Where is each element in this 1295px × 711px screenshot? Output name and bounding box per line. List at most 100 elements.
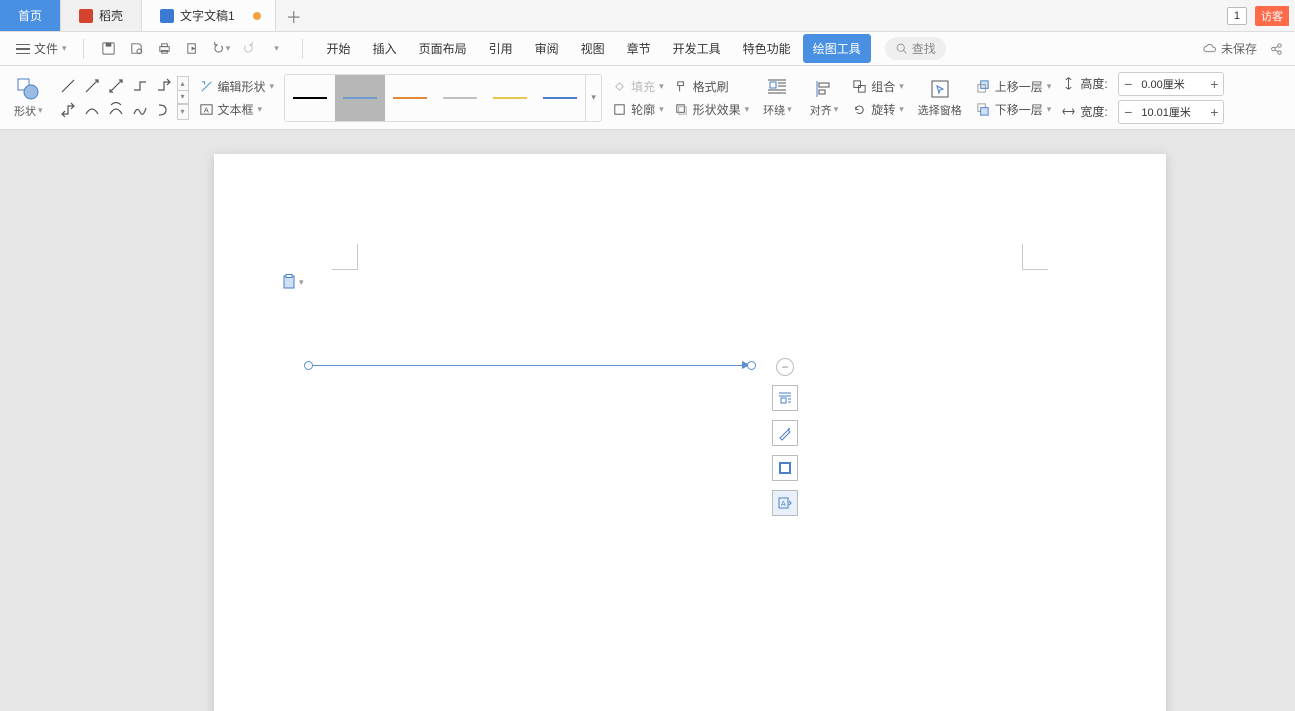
tab-document-label: 文字文稿1	[180, 7, 235, 24]
svg-text:A: A	[781, 501, 786, 508]
tab-document[interactable]: 文字文稿1	[142, 0, 276, 31]
wrap-icon	[766, 78, 788, 100]
width-decrease[interactable]: −	[1119, 101, 1137, 123]
resize-handle-right[interactable]	[747, 361, 756, 370]
double-arrow-shape[interactable]	[105, 75, 127, 97]
tab-start[interactable]: 开始	[317, 34, 361, 63]
height-input[interactable]	[1137, 75, 1205, 93]
save-button[interactable]	[98, 38, 120, 60]
style-gallery-more[interactable]: ▾	[585, 75, 601, 121]
layout-options-toggle[interactable]: −	[776, 358, 794, 376]
align-button[interactable]: 对齐▾	[806, 66, 843, 129]
document-page[interactable]: ▾ − A	[214, 154, 1166, 711]
elbow-arrow-shape[interactable]	[153, 75, 175, 97]
shape-effects-button[interactable]: 形状效果▾	[674, 101, 750, 118]
format-painter-button[interactable]: 格式刷	[674, 78, 750, 95]
bring-forward-button[interactable]: 上移一层▾	[976, 78, 1052, 95]
file-menu-label: 文件	[34, 40, 58, 57]
export-button[interactable]	[182, 38, 204, 60]
print-preview-button[interactable]	[126, 38, 148, 60]
gallery-more[interactable]: ▾	[177, 104, 189, 120]
share-button[interactable]	[1269, 42, 1283, 56]
style-6[interactable]	[535, 75, 585, 121]
tab-shell[interactable]: 稻壳	[61, 0, 142, 31]
chevron-down-icon: ▾	[62, 43, 67, 54]
resize-handle-left[interactable]	[304, 361, 313, 370]
text-box-button[interactable]: A 文本框▾	[199, 101, 275, 118]
paste-options-button[interactable]: ▾	[282, 274, 304, 290]
width-input[interactable]	[1137, 103, 1205, 121]
shell-icon	[79, 9, 93, 23]
gallery-down[interactable]: ▾	[177, 90, 189, 104]
visitor-badge[interactable]: 访客	[1255, 6, 1289, 26]
style-1[interactable]	[285, 75, 335, 121]
tab-layout[interactable]: 页面布局	[409, 34, 477, 63]
outline-button[interactable]: 轮廓▾	[612, 101, 664, 118]
curve-shape[interactable]	[81, 99, 103, 121]
tab-insert[interactable]: 插入	[363, 34, 407, 63]
tab-home[interactable]: 首页	[0, 0, 61, 31]
unsaved-label: 未保存	[1221, 40, 1257, 57]
s-curve-shape[interactable]	[153, 99, 175, 121]
group-button[interactable]: 组合▾	[852, 78, 904, 95]
redo-button[interactable]	[238, 38, 260, 60]
tab-view[interactable]: 视图	[571, 34, 615, 63]
gallery-up[interactable]: ▴	[177, 76, 189, 90]
svg-text:A: A	[203, 105, 208, 114]
tab-references[interactable]: 引用	[479, 34, 523, 63]
layout-wrap-button[interactable]	[772, 385, 798, 411]
cloud-icon	[1203, 42, 1217, 56]
width-increase[interactable]: +	[1205, 101, 1223, 123]
shape-fill-button[interactable]	[772, 420, 798, 446]
file-menu[interactable]: 文件 ▾	[8, 36, 75, 61]
style-3[interactable]	[385, 75, 435, 121]
undo-button[interactable]: ▾	[210, 38, 232, 60]
align-icon	[813, 78, 835, 100]
style-4[interactable]	[435, 75, 485, 121]
style-5[interactable]	[485, 75, 535, 121]
canvas-area[interactable]: ▾ − A	[0, 130, 1295, 711]
hamburger-icon	[16, 44, 30, 54]
shape-text-button[interactable]: A	[772, 490, 798, 516]
wrap-button[interactable]: 环绕▾	[759, 66, 796, 129]
send-backward-label: 下移一层	[995, 101, 1043, 118]
shape-big-icon	[16, 77, 40, 101]
tab-shell-label: 稻壳	[99, 7, 123, 24]
height-increase[interactable]: +	[1205, 73, 1223, 95]
style-gallery: ▾	[284, 74, 602, 122]
curve-arrow-shape[interactable]	[105, 99, 127, 121]
elbow-shape[interactable]	[129, 75, 151, 97]
selection-pane-button[interactable]: 选择窗格	[914, 66, 966, 129]
freeform-shape[interactable]	[129, 99, 151, 121]
shape-outline-button[interactable]	[772, 455, 798, 481]
tab-chapter[interactable]: 章节	[617, 34, 661, 63]
search-box[interactable]: 查找	[885, 37, 946, 60]
tab-review[interactable]: 审阅	[525, 34, 569, 63]
rotate-button[interactable]: 旋转▾	[852, 101, 904, 118]
line-shape[interactable]	[57, 75, 79, 97]
height-decrease[interactable]: −	[1119, 73, 1137, 95]
chevron-down-icon: ▾	[299, 277, 304, 288]
selection-pane-label: 选择窗格	[918, 102, 962, 118]
fill-label: 填充	[631, 78, 655, 95]
word-doc-icon	[160, 9, 174, 23]
edit-shape-button[interactable]: 编辑形状▾	[199, 78, 275, 95]
shape-gallery	[57, 75, 175, 121]
shape-label: 形状	[14, 103, 36, 119]
page-count-badge[interactable]: 1	[1227, 7, 1247, 25]
unsaved-indicator[interactable]: 未保存	[1203, 40, 1257, 57]
style-2[interactable]	[335, 75, 385, 121]
selected-arrow-shape[interactable]	[304, 362, 756, 370]
shape-effects-label: 形状效果	[693, 101, 741, 118]
send-backward-button[interactable]: 下移一层▾	[976, 101, 1052, 118]
shape-group[interactable]: 形状▾	[10, 66, 47, 129]
tab-developer[interactable]: 开发工具	[663, 34, 731, 63]
fill-button[interactable]: 填充▾	[612, 78, 664, 95]
arrow-shape[interactable]	[81, 75, 103, 97]
print-button[interactable]	[154, 38, 176, 60]
new-tab-button[interactable]: ＋	[276, 0, 312, 31]
qat-more-button[interactable]: ▾	[266, 38, 288, 60]
tab-drawing-tools[interactable]: 绘图工具	[803, 34, 871, 63]
elbow-double-shape[interactable]	[57, 99, 79, 121]
tab-special[interactable]: 特色功能	[733, 34, 801, 63]
